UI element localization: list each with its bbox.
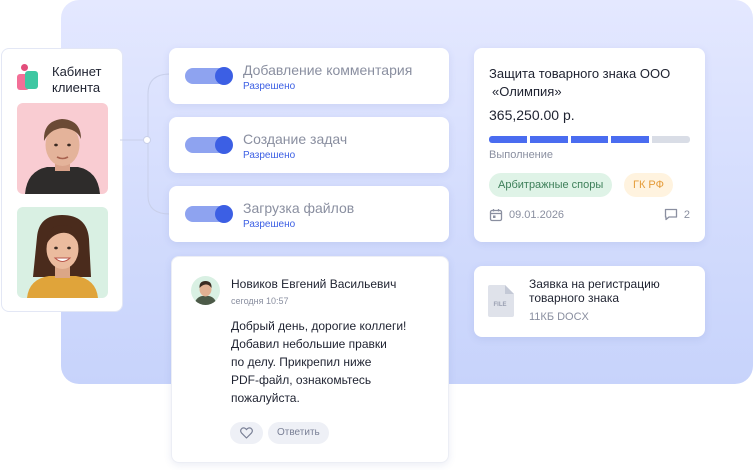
deal-date: 09.01.2026 — [489, 208, 564, 222]
progress-segment — [611, 136, 650, 143]
comment-text-line: пожалуйста. — [231, 391, 300, 405]
permission-status: Разрешено — [243, 219, 296, 230]
client-header: Кабинет клиента — [17, 64, 122, 96]
comment-text-line: Добавил небольшие правки — [231, 337, 387, 351]
deal-title-line2: «Олимпия» — [492, 84, 562, 99]
permission-label: Добавление комментария — [243, 62, 413, 78]
file-card[interactable]: FILE Заявка на регистрацию товарного зна… — [474, 266, 705, 337]
file-title: Заявка на регистрацию товарного знака — [529, 277, 694, 305]
tag-civil-code[interactable]: ГК РФ — [624, 173, 673, 197]
comment-text-line: PDF-файл, ознакомьтесь — [231, 373, 372, 387]
comment-text-line: Добрый день, дорогие коллеги! — [231, 319, 407, 333]
connector-lines — [120, 73, 171, 215]
client-logo-icon — [17, 64, 41, 92]
comment-author-avatar[interactable] — [191, 276, 220, 305]
permission-add-comment: Добавление комментария Разрешено — [169, 48, 449, 104]
client-panel: Кабинет клиента — [1, 48, 123, 312]
file-title-line2: товарного знака — [529, 291, 620, 305]
deal-date-text: 09.01.2026 — [509, 209, 565, 221]
deal-card[interactable]: Защита товарного знака ООО «Олимпия» 365… — [474, 48, 705, 242]
toggle-upload-files[interactable] — [185, 205, 233, 223]
comment-time: сегодня 10:57 — [231, 296, 289, 306]
comment-author: Новиков Евгений Васильевич — [231, 277, 397, 291]
client-title-line2: клиента — [52, 80, 101, 95]
progress-segment — [489, 136, 527, 143]
reply-button[interactable]: Ответить — [268, 422, 329, 444]
deal-amount: 365,250.00 р. — [489, 107, 575, 123]
deal-comments[interactable]: 2 — [664, 208, 690, 221]
tag-arbitration[interactable]: Арбитражные споры — [489, 173, 613, 197]
permission-status: Разрешено — [243, 81, 296, 92]
deal-title-line1: Защита товарного знака ООО — [489, 66, 671, 81]
permission-upload-files: Загрузка файлов Разрешено — [169, 186, 449, 242]
deal-progress-label: Выполнение — [489, 149, 554, 161]
like-button[interactable] — [230, 422, 263, 444]
progress-segment — [529, 136, 568, 143]
comment-text-line: по делу. Прикрепил ниже — [231, 355, 372, 369]
client-avatar-male[interactable] — [17, 103, 108, 194]
permission-create-tasks: Создание задач Разрешено — [169, 117, 449, 173]
permission-label: Создание задач — [243, 131, 348, 147]
toggle-add-comment[interactable] — [185, 67, 233, 85]
file-meta: 11КБ DOCX — [529, 311, 589, 323]
calendar-icon — [489, 209, 503, 222]
client-avatar-female[interactable] — [17, 207, 108, 298]
client-title: Кабинет клиента — [52, 64, 122, 96]
deal-comments-count: 2 — [683, 208, 690, 221]
file-title-line1: Заявка на регистрацию — [529, 277, 660, 291]
progress-segment — [652, 136, 690, 143]
progress-segment — [570, 136, 609, 143]
deal-title: Защита товарного знака ООО «Олимпия» — [489, 65, 694, 101]
toggle-create-tasks[interactable] — [185, 136, 233, 154]
permission-status: Разрешено — [243, 150, 296, 161]
permission-label: Загрузка файлов — [243, 200, 355, 216]
stage: Кабинет клиента Добавление комментария Р… — [0, 0, 753, 470]
file-icon: FILE — [488, 285, 514, 317]
deal-progress-bar — [489, 136, 690, 143]
file-icon-label: FILE — [494, 302, 507, 308]
comment-icon — [664, 208, 678, 221]
client-title-line1: Кабинет — [52, 64, 102, 79]
heart-icon — [240, 427, 253, 439]
comment-card: Новиков Евгений Васильевич сегодня 10:57… — [171, 256, 449, 463]
